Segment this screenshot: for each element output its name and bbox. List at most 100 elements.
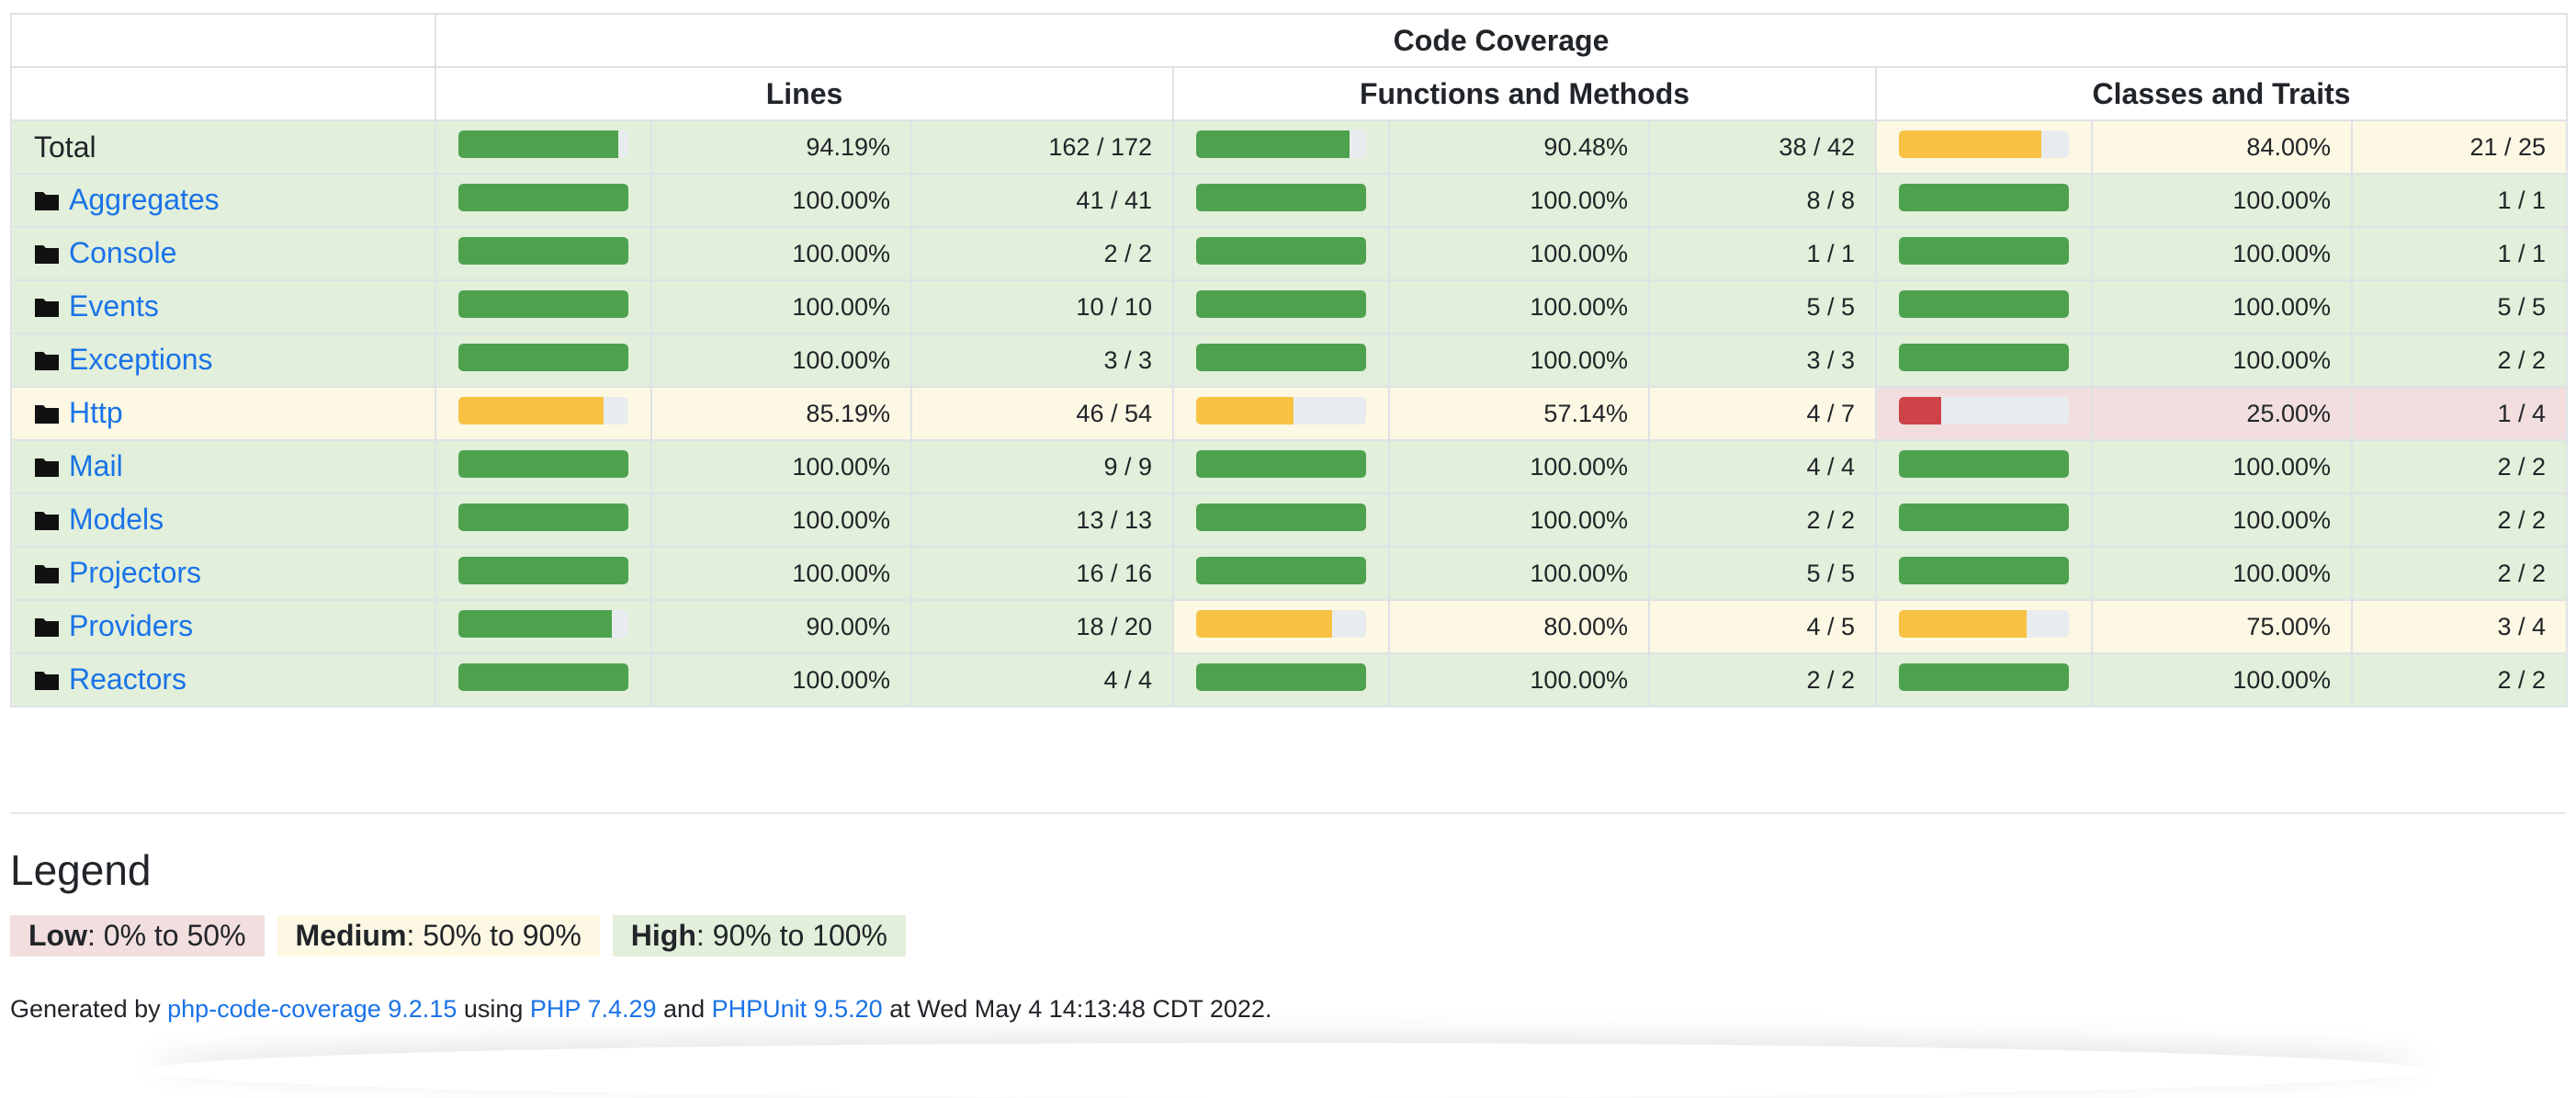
classes-percent: 100.00% bbox=[2091, 226, 2353, 281]
functions-ratio: 4 / 5 bbox=[1648, 599, 1877, 654]
php-link[interactable]: PHP 7.4.29 bbox=[530, 995, 657, 1023]
functions-progress-bar bbox=[1196, 663, 1366, 691]
classes-percent: 100.00% bbox=[2091, 492, 2353, 548]
lines-progress-bar bbox=[458, 237, 628, 265]
directory-link[interactable]: Http bbox=[69, 396, 123, 429]
classes-bar-cell bbox=[1875, 119, 2093, 175]
functions-bar-cell bbox=[1172, 333, 1390, 388]
phpunit-link[interactable]: PHPUnit 9.5.20 bbox=[712, 995, 883, 1023]
header-row: Code Coverage bbox=[10, 13, 2569, 68]
functions-percent: 100.00% bbox=[1388, 652, 1650, 707]
lines-ratio: 9 / 9 bbox=[910, 439, 1174, 494]
functions-percent: 100.00% bbox=[1388, 173, 1650, 228]
row-name-cell: Providers bbox=[10, 599, 436, 654]
classes-bar-cell bbox=[1875, 546, 2093, 601]
folder-icon bbox=[34, 238, 60, 272]
classes-ratio: 5 / 5 bbox=[2350, 279, 2569, 334]
lines-percent: 90.00% bbox=[650, 599, 912, 654]
lines-progress-fill bbox=[458, 237, 628, 265]
functions-ratio: 38 / 42 bbox=[1648, 119, 1877, 175]
functions-bar-cell bbox=[1172, 279, 1390, 334]
classes-ratio: 3 / 4 bbox=[2350, 599, 2569, 654]
classes-ratio: 2 / 2 bbox=[2350, 492, 2569, 548]
lines-ratio: 41 / 41 bbox=[910, 173, 1174, 228]
classes-progress-fill bbox=[1899, 663, 2069, 691]
classes-progress-fill bbox=[1899, 184, 2069, 211]
classes-ratio: 2 / 2 bbox=[2350, 333, 2569, 388]
lines-percent: 85.19% bbox=[650, 386, 912, 441]
directory-link[interactable]: Projectors bbox=[69, 556, 201, 589]
total-label: Total bbox=[34, 130, 96, 164]
classes-progress-bar bbox=[1899, 450, 2069, 478]
functions-progress-bar bbox=[1196, 504, 1366, 531]
classes-ratio: 1 / 1 bbox=[2350, 173, 2569, 228]
functions-progress-bar bbox=[1196, 344, 1366, 371]
classes-progress-bar bbox=[1899, 344, 2069, 371]
directory-link[interactable]: Mail bbox=[69, 449, 123, 482]
lines-progress-fill bbox=[458, 610, 612, 638]
functions-percent: 90.48% bbox=[1388, 119, 1650, 175]
directory-link[interactable]: Providers bbox=[69, 609, 193, 642]
lines-percent: 94.19% bbox=[650, 119, 912, 175]
lines-bar-cell bbox=[435, 173, 652, 228]
lines-ratio: 3 / 3 bbox=[910, 333, 1174, 388]
coverage-table: Code Coverage Lines Functions and Method… bbox=[10, 13, 2569, 707]
functions-percent: 80.00% bbox=[1388, 599, 1650, 654]
lines-percent: 100.00% bbox=[650, 226, 912, 281]
functions-bar-cell bbox=[1172, 652, 1390, 707]
functions-percent: 100.00% bbox=[1388, 546, 1650, 601]
folder-icon bbox=[34, 558, 60, 592]
lines-bar-cell bbox=[435, 546, 652, 601]
classes-ratio: 2 / 2 bbox=[2350, 546, 2569, 601]
classes-progress-bar bbox=[1899, 290, 2069, 318]
directory-link[interactable]: Events bbox=[69, 289, 159, 323]
lines-progress-fill bbox=[458, 663, 628, 691]
directory-link[interactable]: Exceptions bbox=[69, 343, 213, 376]
legend: Low: 0% to 50% Medium: 50% to 90% High: … bbox=[10, 915, 906, 957]
table-row: Exceptions 100.00% 3 / 3 100.00% 3 / 3 100.00… bbox=[10, 333, 2569, 388]
legend-low: Low: 0% to 50% bbox=[10, 915, 265, 957]
legend-high-label: High bbox=[630, 919, 696, 952]
classes-progress-fill bbox=[1899, 610, 2027, 638]
lines-bar-cell bbox=[435, 652, 652, 707]
lines-progress-bar bbox=[458, 130, 628, 158]
lines-progress-fill bbox=[458, 504, 628, 531]
php-code-coverage-link[interactable]: php-code-coverage 9.2.15 bbox=[167, 995, 457, 1023]
functions-progress-bar bbox=[1196, 450, 1366, 478]
footer: Generated by php-code-coverage 9.2.15 us… bbox=[10, 995, 1271, 1024]
lines-ratio: 4 / 4 bbox=[910, 652, 1174, 707]
lines-progress-fill bbox=[458, 557, 628, 584]
classes-progress-bar bbox=[1899, 130, 2069, 158]
row-name-cell: Reactors bbox=[10, 652, 436, 707]
directory-link[interactable]: Console bbox=[69, 236, 176, 269]
classes-bar-cell bbox=[1875, 173, 2093, 228]
functions-ratio: 5 / 5 bbox=[1648, 279, 1877, 334]
directory-link[interactable]: Reactors bbox=[69, 662, 186, 696]
row-name-cell: Projectors bbox=[10, 546, 436, 601]
functions-percent: 100.00% bbox=[1388, 439, 1650, 494]
classes-progress-bar bbox=[1899, 610, 2069, 638]
classes-progress-fill bbox=[1899, 344, 2069, 371]
directory-link[interactable]: Models bbox=[69, 503, 164, 536]
lines-progress-bar bbox=[458, 610, 628, 638]
functions-bar-cell bbox=[1172, 599, 1390, 654]
classes-ratio: 1 / 4 bbox=[2350, 386, 2569, 441]
table-row: Total 94.19% 162 / 172 90.48% 38 / 42 84.00% 2… bbox=[10, 119, 2569, 175]
folder-icon bbox=[34, 664, 60, 698]
classes-progress-fill bbox=[1899, 557, 2069, 584]
functions-percent: 100.00% bbox=[1388, 492, 1650, 548]
classes-progress-fill bbox=[1899, 397, 1942, 424]
row-name-cell: Exceptions bbox=[10, 333, 436, 388]
functions-progress-fill bbox=[1196, 610, 1332, 638]
lines-bar-cell bbox=[435, 386, 652, 441]
footer-using: using bbox=[457, 995, 530, 1023]
lines-ratio: 2 / 2 bbox=[910, 226, 1174, 281]
lines-percent: 100.00% bbox=[650, 652, 912, 707]
lines-header: Lines bbox=[435, 66, 1174, 121]
directory-link[interactable]: Aggregates bbox=[69, 183, 220, 216]
table-row: Reactors 100.00% 4 / 4 100.00% 2 / 2 100.00% 2… bbox=[10, 652, 2569, 707]
functions-percent: 100.00% bbox=[1388, 333, 1650, 388]
classes-bar-cell bbox=[1875, 439, 2093, 494]
functions-bar-cell bbox=[1172, 439, 1390, 494]
lines-progress-bar bbox=[458, 450, 628, 478]
